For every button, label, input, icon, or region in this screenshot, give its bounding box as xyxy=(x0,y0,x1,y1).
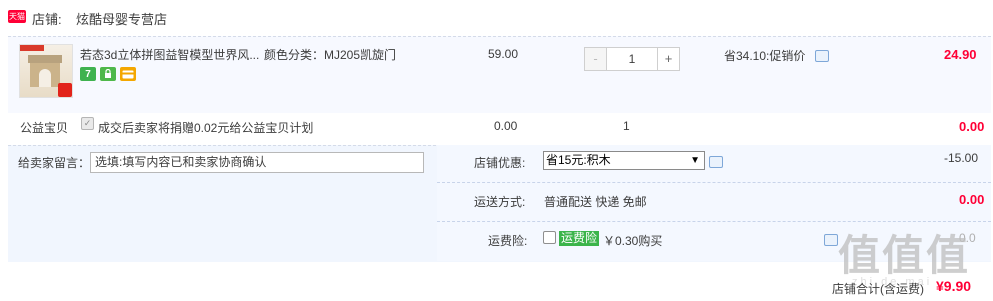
promotion-chat-icon[interactable] xyxy=(815,50,829,62)
charity-description: 成交后卖家将捐赠0.02元给公益宝贝计划 xyxy=(98,121,314,135)
lock-icon xyxy=(105,69,111,78)
insurance-price: ￥0.30购买 xyxy=(603,234,663,248)
arch-image-top xyxy=(28,55,62,63)
shop-total-amount: ¥9.90 xyxy=(936,278,972,294)
shop-discount-selected: 省15元:积木 xyxy=(546,153,611,167)
shop-total-label: 店铺合计(含运费) xyxy=(832,282,924,296)
discount-chat-icon[interactable] xyxy=(709,156,723,168)
credit-card-icon[interactable] xyxy=(120,67,136,81)
charity-quantity: 1 xyxy=(623,119,630,133)
shop-name-link[interactable]: 炫酷母婴专营店 xyxy=(76,9,167,28)
shop-discount-label: 店铺优惠: xyxy=(474,156,526,170)
tmall-logo: 天猫 xyxy=(8,10,26,23)
charity-price: 0.00 xyxy=(494,119,518,133)
divider xyxy=(437,182,991,183)
product-thumbnail[interactable] xyxy=(19,44,73,98)
insurance-chat-icon[interactable] xyxy=(824,234,838,246)
watermark: 值值值 xyxy=(838,231,971,280)
promotion-text: 省34.10:促销价 xyxy=(724,49,806,63)
shipping-total: 0.00 xyxy=(959,192,985,207)
quantity-stepper: - + xyxy=(584,47,680,71)
quantity-decrease-button[interactable]: - xyxy=(585,48,607,70)
insurance-checkbox[interactable] xyxy=(543,231,556,244)
quantity-increase-button[interactable]: + xyxy=(657,48,679,70)
arch-image-opening xyxy=(39,69,51,87)
unit-price: 59.00 xyxy=(488,47,519,61)
brand-tag xyxy=(20,45,44,51)
product-spec: 颜色分类：MJ205凯旋门 xyxy=(264,48,397,62)
shop-discount-amount: -15.00 xyxy=(944,151,979,165)
charity-label: 公益宝贝 xyxy=(20,121,69,135)
card-icon xyxy=(122,70,134,78)
shipping-label: 运送方式: xyxy=(474,195,526,209)
charity-total: 0.00 xyxy=(959,119,985,134)
message-label: 给卖家留言： xyxy=(18,156,91,170)
shop-label: 店铺: xyxy=(32,12,62,27)
insurance-tag[interactable]: 运费险 xyxy=(559,231,600,246)
corner-badge xyxy=(58,83,72,97)
product-title-link[interactable]: 若态3d立体拼图益智模型世界风... xyxy=(80,46,259,63)
charity-checkbox[interactable]: ✓ xyxy=(81,117,94,130)
seller-message-input[interactable] xyxy=(90,152,424,173)
guarantee-lock-icon[interactable] xyxy=(100,67,116,81)
item-subtotal: 24.90 xyxy=(944,47,977,62)
seven-day-return-icon[interactable]: 7 xyxy=(80,67,96,81)
quantity-input[interactable] xyxy=(607,48,657,70)
dropdown-arrow-icon: ▼ xyxy=(690,155,700,166)
shipping-method: 普通配送 快递 免邮 xyxy=(544,195,647,209)
insurance-label: 运费险: xyxy=(488,234,528,248)
promotion-info: 省34.10:促销价 xyxy=(724,47,805,64)
shop-discount-select[interactable]: 省15元:积木 ▼ xyxy=(543,151,705,170)
